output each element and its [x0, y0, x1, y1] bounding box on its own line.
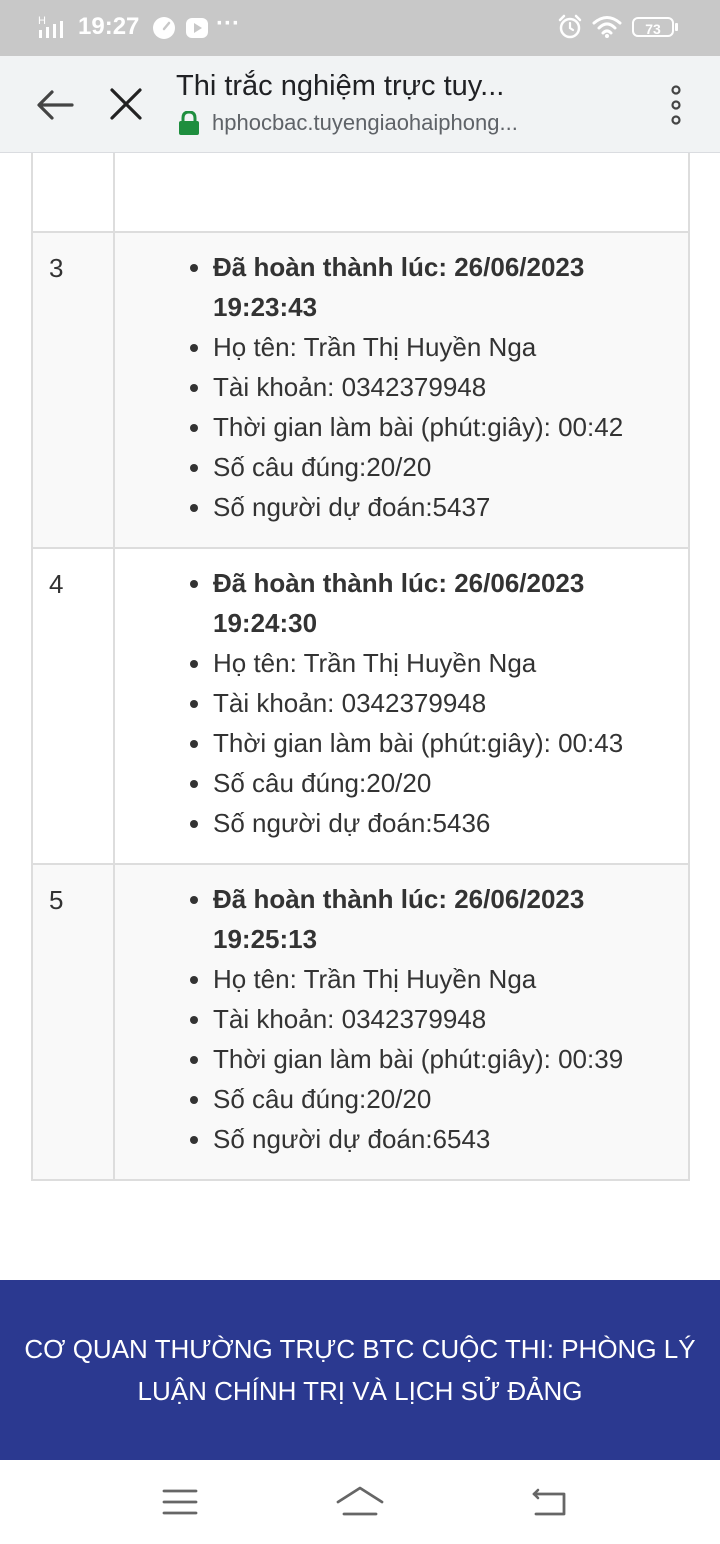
- prediction: Số người dự đoán:6543: [213, 1119, 680, 1159]
- speedometer-icon: [153, 17, 175, 39]
- prediction: Số người dự đoán:5437: [213, 487, 680, 527]
- back-arrow-icon[interactable]: [34, 84, 76, 126]
- result-index: 3: [31, 231, 115, 549]
- result-index: 4: [31, 547, 115, 865]
- lock-icon: [179, 111, 199, 135]
- full-name: Họ tên: Trần Thị Huyền Nga: [213, 327, 680, 367]
- alarm-icon: [558, 14, 582, 39]
- site-footer: CƠ QUAN THƯỜNG TRỰC BTC CUỘC THI: PHÒNG …: [0, 1280, 720, 1460]
- more-notifications: ···: [216, 10, 240, 37]
- duration: Thời gian làm bài (phút:giây): 00:43: [213, 723, 680, 763]
- table-row-partial: [31, 153, 690, 233]
- wifi-icon: [592, 16, 622, 38]
- results-table: 3 Đã hoàn thành lúc: 26/06/2023 19:23:43…: [31, 153, 690, 1181]
- account: Tài khoản: 0342379948: [213, 999, 680, 1039]
- table-row: 4 Đã hoàn thành lúc: 26/06/2023 19:24:30…: [31, 547, 690, 865]
- back-icon[interactable]: [530, 1484, 568, 1520]
- table-row: 5 Đã hoàn thành lúc: 26/06/2023 19:25:13…: [31, 863, 690, 1181]
- status-time: 19:27: [78, 13, 140, 40]
- account: Tài khoản: 0342379948: [213, 367, 680, 407]
- table-cell-index: [31, 153, 115, 233]
- prediction: Số người dự đoán:5436: [213, 803, 680, 843]
- result-index: 5: [31, 863, 115, 1181]
- full-name: Họ tên: Trần Thị Huyền Nga: [213, 643, 680, 683]
- footer-text: CƠ QUAN THƯỜNG TRỰC BTC CUỘC THI: PHÒNG …: [24, 1334, 696, 1406]
- browser-toolbar: Thi trắc nghiệm trực tuy... hphocbac.tuy…: [0, 56, 720, 153]
- battery-cap: [675, 23, 678, 31]
- result-details: Đã hoàn thành lúc: 26/06/2023 19:23:43 H…: [113, 231, 690, 549]
- completed-time: Đã hoàn thành lúc: 26/06/2023 19:23:43: [213, 247, 680, 327]
- status-bar: H 19:27 ··· 73: [0, 0, 720, 56]
- account: Tài khoản: 0342379948: [213, 683, 680, 723]
- signal-type-label: H: [38, 15, 46, 27]
- full-name: Họ tên: Trần Thị Huyền Nga: [213, 959, 680, 999]
- page-content: 3 Đã hoàn thành lúc: 26/06/2023 19:23:43…: [0, 153, 720, 1280]
- page-title[interactable]: Thi trắc nghiệm trực tuy...: [176, 70, 576, 103]
- system-nav-bar: [0, 1460, 720, 1544]
- more-vert-icon[interactable]: [664, 84, 688, 126]
- table-row: 3 Đã hoàn thành lúc: 26/06/2023 19:23:43…: [31, 231, 690, 549]
- battery-level: 73: [645, 21, 661, 37]
- result-details: Đã hoàn thành lúc: 26/06/2023 19:25:13 H…: [113, 863, 690, 1181]
- duration: Thời gian làm bài (phút:giây): 00:42: [213, 407, 680, 447]
- correct-answers: Số câu đúng:20/20: [213, 763, 680, 803]
- home-icon[interactable]: [336, 1484, 384, 1520]
- completed-time: Đã hoàn thành lúc: 26/06/2023 19:24:30: [213, 563, 680, 643]
- signal-icon: H: [38, 15, 63, 38]
- duration: Thời gian làm bài (phút:giây): 00:39: [213, 1039, 680, 1079]
- correct-answers: Số câu đúng:20/20: [213, 447, 680, 487]
- battery-icon: 73: [632, 17, 674, 37]
- url-text[interactable]: hphocbac.tuyengiaohaiphong...: [212, 110, 552, 136]
- correct-answers: Số câu đúng:20/20: [213, 1079, 680, 1119]
- completed-time: Đã hoàn thành lúc: 26/06/2023 19:25:13: [213, 879, 680, 959]
- menu-icon[interactable]: [162, 1484, 198, 1520]
- table-cell-info: [113, 153, 690, 233]
- youtube-icon: [186, 18, 208, 38]
- result-details: Đã hoàn thành lúc: 26/06/2023 19:24:30 H…: [113, 547, 690, 865]
- close-icon[interactable]: [106, 84, 146, 124]
